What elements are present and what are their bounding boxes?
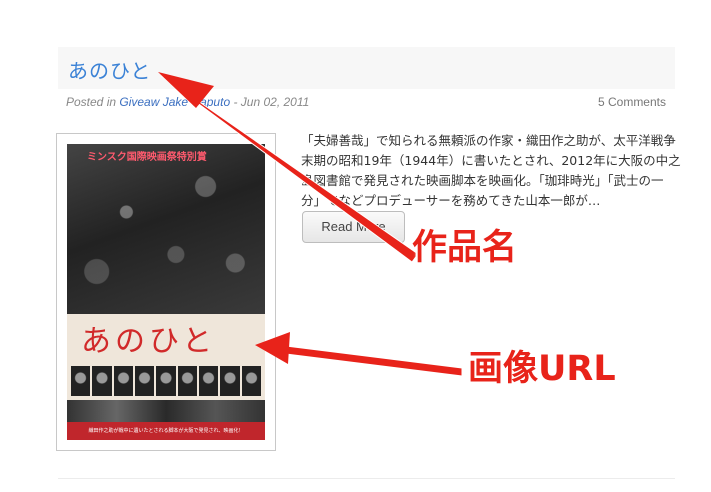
poster-photo — [67, 144, 265, 314]
title-callout-label: 作品名 — [412, 228, 518, 268]
movie-poster-image: ミンスク国際映画祭特別賞 あのひと 織田作之助が戦中に遺いたとされる脚本が大阪で… — [67, 144, 265, 440]
cast-face — [156, 366, 176, 396]
arrow-to-image — [269, 343, 463, 377]
cast-face — [198, 366, 219, 396]
post-thumbnail[interactable]: ミンスク国際映画祭特別賞 あのひと 織田作之助が戦中に遺いたとされる脚本が大阪で… — [56, 133, 276, 451]
divider — [58, 478, 675, 479]
cast-face — [71, 366, 91, 396]
meta-prefix: Posted in — [66, 95, 120, 109]
image-callout-label: 画像URL — [468, 349, 616, 389]
read-more-button[interactable]: Read More — [302, 211, 405, 243]
comments-link[interactable]: 5 Comments — [598, 95, 666, 109]
poster-scene-strip — [67, 400, 265, 422]
cast-face — [134, 366, 155, 396]
cast-face — [241, 366, 261, 396]
post-title[interactable]: あのひと — [68, 55, 151, 84]
post-excerpt: 「夫婦善哉」で知られる無頼派の作家・織田作之助が、太平洋戦争末期の昭和19年（1… — [301, 133, 681, 208]
cast-face — [113, 366, 133, 396]
author-link[interactable]: Jake Caputo — [163, 95, 230, 109]
date-separator: - — [230, 95, 241, 109]
category-link[interactable]: Giveaw — [119, 95, 159, 109]
post-meta: Posted in Giveaw Jake Caputo - Jun 02, 2… — [66, 95, 666, 109]
poster-handwritten-title: あのひと — [81, 324, 217, 359]
poster-cast-faces — [71, 366, 261, 396]
poster-award-text: ミンスク国際映画祭特別賞 — [87, 152, 207, 163]
cast-face — [92, 366, 112, 396]
poster-bottom-band: 織田作之助が戦中に遺いたとされる脚本が大阪で発見され、映画化！ — [67, 422, 265, 440]
cast-face — [220, 366, 240, 396]
cast-face — [177, 366, 197, 396]
post-date: Jun 02, 2011 — [240, 95, 310, 109]
